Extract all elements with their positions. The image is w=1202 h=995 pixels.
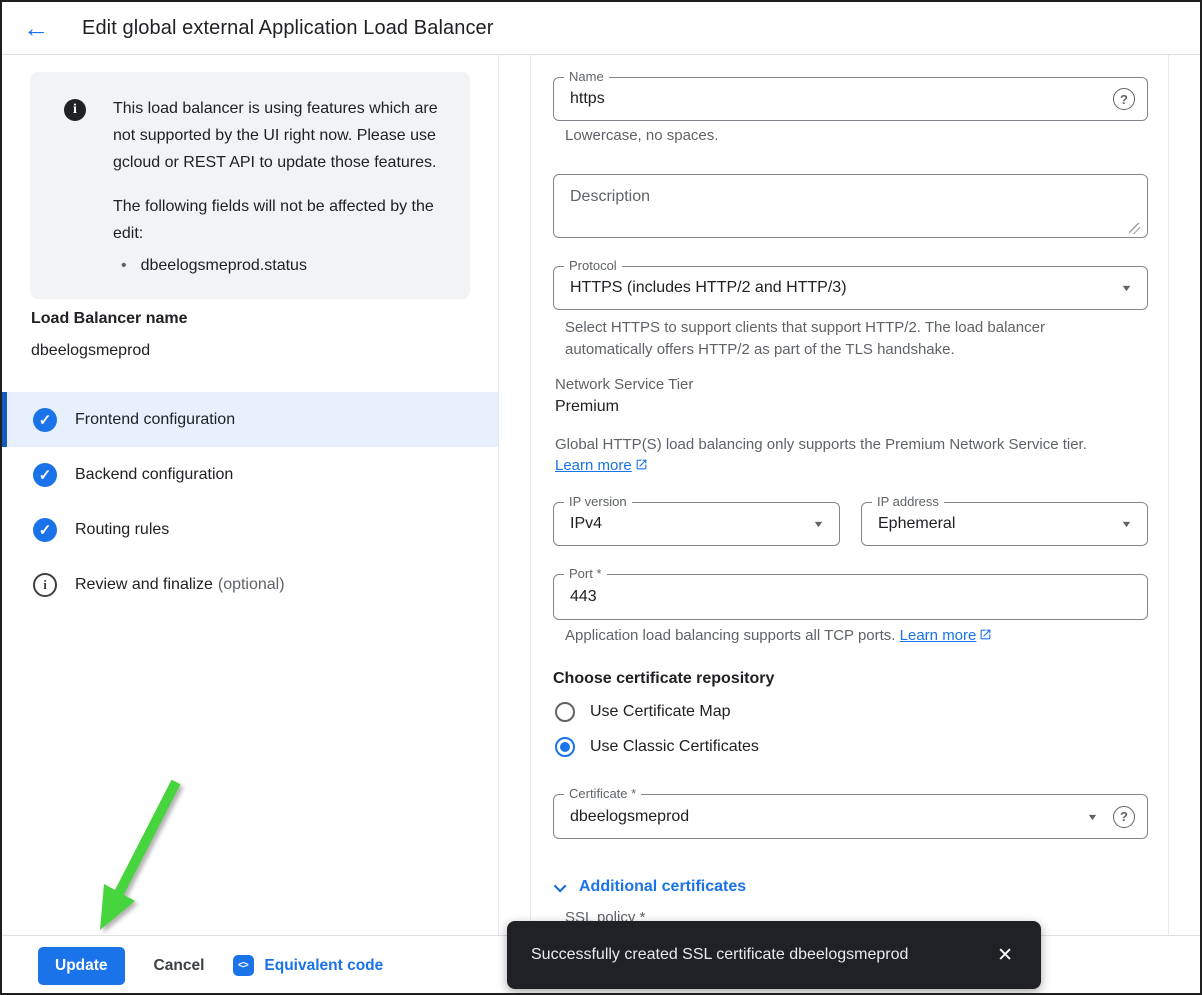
ip-version-value: IPv4 — [554, 515, 814, 533]
help-icon[interactable]: ? — [1113, 806, 1135, 828]
step-label: Review and finalize (optional) — [75, 576, 285, 594]
frontend-config-form: Name ? Lowercase, no spaces. Protocol HT… — [530, 55, 1169, 935]
close-icon[interactable]: ✕ — [991, 940, 1019, 971]
learn-more-link[interactable]: Learn more — [900, 627, 977, 644]
snackbar-toast: Successfully created SSL certificate dbe… — [507, 921, 1041, 989]
ip-address-select[interactable]: IP address Ephemeral ▼ — [861, 502, 1148, 546]
sidebar: i This load balancer is using features w… — [2, 55, 499, 935]
chevron-down-icon — [554, 879, 567, 892]
dropdown-caret-icon: ▼ — [1120, 519, 1132, 529]
lb-name-value: dbeelogsmeprod — [31, 342, 150, 360]
radio-on-icon[interactable] — [555, 737, 575, 757]
port-helper-text: Application load balancing supports all … — [565, 627, 895, 644]
unsupported-features-notice: i This load balancer is using features w… — [30, 72, 470, 299]
port-input[interactable] — [554, 575, 1147, 619]
dropdown-caret-icon: ▼ — [1086, 812, 1098, 822]
check-circle-icon: ✓ — [33, 408, 57, 432]
update-button[interactable]: Update — [38, 947, 125, 985]
step-backend-configuration[interactable]: ✓ Backend configuration — [2, 447, 498, 502]
help-icon[interactable]: ? — [1113, 88, 1135, 110]
step-label: Routing rules — [75, 521, 169, 539]
network-tier-helper-text: Global HTTP(S) load balancing only suppo… — [555, 436, 1155, 453]
equivalent-code-label: Equivalent code — [264, 957, 383, 975]
back-arrow-icon[interactable]: ← — [23, 15, 49, 41]
external-link-icon[interactable] — [979, 628, 992, 645]
protocol-value: HTTPS (includes HTTP/2 and HTTP/3) — [554, 279, 1122, 297]
step-optional-suffix: (optional) — [218, 576, 285, 593]
learn-more-link[interactable]: Learn more — [555, 457, 632, 474]
protocol-label: Protocol — [564, 258, 622, 273]
network-service-tier-label: Network Service Tier — [555, 376, 693, 393]
radio-label: Use Certificate Map — [590, 703, 731, 721]
external-link-icon[interactable] — [635, 458, 648, 475]
name-helper-text: Lowercase, no spaces. — [565, 127, 718, 144]
radio-label: Use Classic Certificates — [590, 738, 759, 756]
description-textarea[interactable] — [553, 174, 1148, 238]
certificate-repository-heading: Choose certificate repository — [553, 670, 774, 688]
port-label: Port * — [564, 566, 607, 581]
unaffected-field-item: dbeelogsmeprod.status — [141, 252, 307, 279]
protocol-helper-text: Select HTTPS to support clients that sup… — [565, 317, 1097, 361]
expander-label: Additional certificates — [579, 878, 746, 896]
additional-certificates-expander[interactable]: Additional certificates — [557, 878, 746, 896]
radio-use-classic-certificates[interactable]: Use Classic Certificates — [555, 737, 759, 757]
step-review-and-finalize[interactable]: i Review and finalize (optional) — [2, 557, 498, 612]
notice-body: This load balancer is using features whi… — [113, 95, 448, 279]
ip-version-select[interactable]: IP version IPv4 ▼ — [553, 502, 840, 546]
info-circle-icon: i — [33, 573, 57, 597]
code-icon: <> — [233, 955, 254, 976]
step-label-text: Review and finalize — [75, 576, 213, 593]
certificate-select[interactable]: Certificate * dbeelogsmeprod ▼ ? — [553, 794, 1148, 839]
network-service-tier-value: Premium — [555, 398, 619, 416]
step-label: Backend configuration — [75, 466, 233, 484]
dropdown-caret-icon: ▼ — [812, 519, 824, 529]
step-routing-rules[interactable]: ✓ Routing rules — [2, 502, 498, 557]
cancel-button[interactable]: Cancel — [154, 957, 205, 975]
radio-use-certificate-map[interactable]: Use Certificate Map — [555, 702, 731, 722]
info-icon: i — [64, 99, 86, 121]
name-field-label: Name — [564, 69, 609, 84]
protocol-select[interactable]: Protocol HTTPS (includes HTTP/2 and HTTP… — [553, 266, 1148, 310]
check-circle-icon: ✓ — [33, 518, 57, 542]
step-nav: ✓ Frontend configuration ✓ Backend confi… — [2, 392, 498, 612]
page-title: Edit global external Application Load Ba… — [82, 17, 494, 40]
port-field[interactable]: Port * — [553, 574, 1148, 620]
check-circle-icon: ✓ — [33, 463, 57, 487]
equivalent-code-button[interactable]: <> Equivalent code — [233, 955, 383, 976]
ip-address-value: Ephemeral — [862, 515, 1122, 533]
edit-load-balancer-panel: ← Edit global external Application Load … — [0, 0, 1202, 995]
toast-message: Successfully created SSL certificate dbe… — [531, 946, 991, 964]
name-input[interactable] — [554, 78, 1113, 120]
resize-handle-icon[interactable] — [1129, 223, 1140, 234]
ip-address-label: IP address — [872, 494, 944, 509]
radio-off-icon[interactable] — [555, 702, 575, 722]
ip-version-label: IP version — [564, 494, 632, 509]
bullet-icon: • — [121, 252, 127, 279]
lb-name-label: Load Balancer name — [31, 310, 188, 328]
dropdown-caret-icon: ▼ — [1120, 283, 1132, 293]
certificate-value: dbeelogsmeprod — [554, 808, 1088, 826]
notice-text-2: The following fields will not be affecte… — [113, 193, 448, 247]
certificate-label: Certificate * — [564, 786, 641, 801]
header: ← Edit global external Application Load … — [2, 2, 1200, 55]
step-label: Frontend configuration — [75, 411, 235, 429]
name-field[interactable]: Name ? — [553, 77, 1148, 121]
step-frontend-configuration[interactable]: ✓ Frontend configuration — [2, 392, 498, 447]
notice-text-1: This load balancer is using features whi… — [113, 95, 448, 176]
